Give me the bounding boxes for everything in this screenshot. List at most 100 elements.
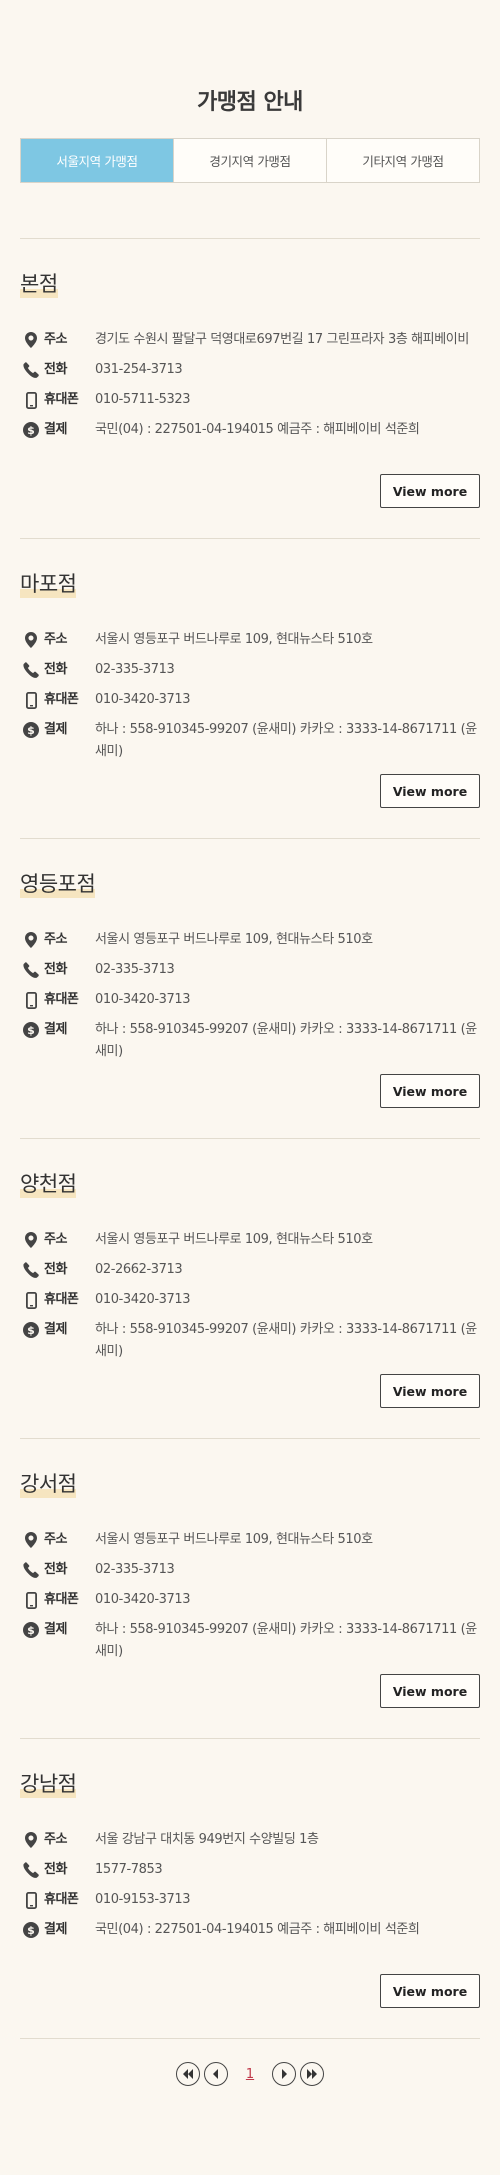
payment-row: $ 결제 하나 : 558-910345-99207 (윤새미) 카카오 : 3… [20, 1019, 480, 1063]
phone-value[interactable]: 02-335-3713 [95, 959, 480, 981]
svg-text:$: $ [27, 1624, 35, 1637]
address-row: 주소 서울시 영등포구 버드나루로 109, 현대뉴스타 510호 [20, 1529, 480, 1551]
store-name-text: 양천점 [20, 1172, 77, 1196]
address-label: 주소 [44, 632, 67, 647]
dollar-icon: $ [20, 1319, 42, 1341]
phone-value[interactable]: 02-2662-3713 [95, 1259, 480, 1281]
payment-value: 하나 : 558-910345-99207 (윤새미) 카카오 : 3333-1… [95, 1322, 477, 1359]
address-row: 주소 서울 강남구 대치동 949번지 수양빌딩 1층 [20, 1829, 480, 1851]
phone-label: 전화 [44, 362, 67, 377]
address-row: 주소 서울시 영등포구 버드나루로 109, 현대뉴스타 510호 [20, 1229, 480, 1251]
mobile-value[interactable]: 010-3420-3713 [95, 1289, 480, 1311]
address-value: 서울시 영등포구 버드나루로 109, 현대뉴스타 510호 [95, 1532, 373, 1547]
mobile-value[interactable]: 010-3420-3713 [95, 989, 480, 1011]
store-list: 본점 주소 경기도 수원시 팔달구 덕영대로697번길 17 그린프라자 3층 … [20, 239, 480, 2039]
store-name: 강남점 [20, 1769, 77, 1799]
mobile-row: 휴대폰 010-5711-5323 [20, 389, 480, 411]
view-more-button[interactable]: View more [380, 474, 480, 508]
store-name: 양천점 [20, 1169, 77, 1199]
store-info: 주소 서울시 영등포구 버드나루로 109, 현대뉴스타 510호 전화 02-… [20, 1529, 480, 1671]
payment-row: $ 결제 하나 : 558-910345-99207 (윤새미) 카카오 : 3… [20, 719, 480, 763]
store-name-text: 마포점 [20, 572, 77, 596]
view-more-button[interactable]: View more [380, 774, 480, 808]
phone-label: 전화 [44, 1262, 67, 1277]
mobile-label: 휴대폰 [44, 1892, 79, 1907]
address-label: 주소 [44, 1832, 67, 1847]
dollar-icon: $ [20, 1019, 42, 1041]
phone-row: 전화 02-335-3713 [20, 1559, 480, 1581]
payment-label: 결제 [44, 1622, 67, 1637]
mobile-label: 휴대폰 [44, 392, 79, 407]
payment-label: 결제 [44, 1922, 67, 1937]
tab-gyeonggi[interactable]: 경기지역 가맹점 [173, 139, 326, 182]
phone-label: 전화 [44, 962, 67, 977]
mobile-value[interactable]: 010-3420-3713 [95, 689, 480, 711]
payment-value: 국민(04) : 227501-04-194015 예금주 : 해피베이비 석준… [95, 422, 420, 437]
address-value: 서울 강남구 대치동 949번지 수양빌딩 1층 [95, 1832, 319, 1847]
view-more-button[interactable]: View more [380, 1674, 480, 1708]
address-label: 주소 [44, 332, 67, 347]
next-page-icon[interactable] [272, 2062, 297, 2086]
address-value: 서울시 영등포구 버드나루로 109, 현대뉴스타 510호 [95, 632, 373, 647]
mobile-phone-icon [20, 1289, 42, 1311]
tab-seoul[interactable]: 서울지역 가맹점 [21, 139, 173, 182]
region-tabs: 서울지역 가맹점 경기지역 가맹점 기타지역 가맹점 [20, 138, 480, 183]
mobile-label: 휴대폰 [44, 1592, 79, 1607]
address-value: 서울시 영등포구 버드나루로 109, 현대뉴스타 510호 [95, 1232, 373, 1247]
phone-icon [20, 359, 42, 381]
mobile-phone-icon [20, 1589, 42, 1611]
map-pin-icon [20, 929, 42, 951]
phone-row: 전화 02-335-3713 [20, 659, 480, 681]
phone-value[interactable]: 02-335-3713 [95, 1559, 480, 1581]
address-row: 주소 서울시 영등포구 버드나루로 109, 현대뉴스타 510호 [20, 929, 480, 951]
store-card: 마포점 주소 서울시 영등포구 버드나루로 109, 현대뉴스타 510호 전화… [20, 539, 480, 839]
address-row: 주소 경기도 수원시 팔달구 덕영대로697번길 17 그린프라자 3층 해피베… [20, 329, 480, 351]
phone-icon [20, 1559, 42, 1581]
store-name: 본점 [20, 269, 58, 299]
mobile-label: 휴대폰 [44, 992, 79, 1007]
payment-value: 하나 : 558-910345-99207 (윤새미) 카카오 : 3333-1… [95, 1022, 477, 1059]
store-info: 주소 서울시 영등포구 버드나루로 109, 현대뉴스타 510호 전화 02-… [20, 629, 480, 771]
payment-row: $ 결제 국민(04) : 227501-04-194015 예금주 : 해피베… [20, 419, 480, 441]
svg-text:$: $ [27, 424, 35, 437]
mobile-row: 휴대폰 010-3420-3713 [20, 989, 480, 1011]
view-more-button[interactable]: View more [380, 1074, 480, 1108]
last-page-icon[interactable] [300, 2062, 325, 2086]
payment-label: 결제 [44, 1022, 67, 1037]
view-more-button[interactable]: View more [380, 1974, 480, 2008]
store-name: 마포점 [20, 569, 77, 599]
mobile-value[interactable]: 010-5711-5323 [95, 389, 480, 411]
phone-row: 전화 031-254-3713 [20, 359, 480, 381]
map-pin-icon [20, 1229, 42, 1251]
store-card: 영등포점 주소 서울시 영등포구 버드나루로 109, 현대뉴스타 510호 전… [20, 839, 480, 1139]
phone-value[interactable]: 1577-7853 [95, 1859, 480, 1881]
address-value: 서울시 영등포구 버드나루로 109, 현대뉴스타 510호 [95, 932, 373, 947]
mobile-value[interactable]: 010-9153-3713 [95, 1889, 480, 1911]
mobile-phone-icon [20, 389, 42, 411]
payment-label: 결제 [44, 422, 67, 437]
address-row: 주소 서울시 영등포구 버드나루로 109, 현대뉴스타 510호 [20, 629, 480, 651]
tab-other[interactable]: 기타지역 가맹점 [326, 139, 479, 182]
phone-label: 전화 [44, 662, 67, 677]
page: 가맹점 안내 서울지역 가맹점 경기지역 가맹점 기타지역 가맹점 본점 주소 … [0, 0, 500, 2109]
phone-value[interactable]: 02-335-3713 [95, 659, 480, 681]
store-info: 주소 경기도 수원시 팔달구 덕영대로697번길 17 그린프라자 3층 해피베… [20, 329, 480, 449]
mobile-phone-icon [20, 989, 42, 1011]
dollar-icon: $ [20, 1919, 42, 1941]
mobile-phone-icon [20, 1889, 42, 1911]
view-more-button[interactable]: View more [380, 1374, 480, 1408]
mobile-label: 휴대폰 [44, 1292, 79, 1307]
phone-value[interactable]: 031-254-3713 [95, 359, 480, 381]
store-name-text: 강남점 [20, 1772, 77, 1796]
phone-label: 전화 [44, 1862, 67, 1877]
page-number-current[interactable]: 1 [246, 2067, 254, 2082]
payment-label: 결제 [44, 1322, 67, 1337]
mobile-phone-icon [20, 689, 42, 711]
payment-row: $ 결제 하나 : 558-910345-99207 (윤새미) 카카오 : 3… [20, 1319, 480, 1363]
phone-row: 전화 02-2662-3713 [20, 1259, 480, 1281]
mobile-value[interactable]: 010-3420-3713 [95, 1589, 480, 1611]
mobile-row: 휴대폰 010-3420-3713 [20, 689, 480, 711]
first-page-icon[interactable] [175, 2062, 200, 2086]
mobile-row: 휴대폰 010-3420-3713 [20, 1589, 480, 1611]
prev-page-icon[interactable] [203, 2062, 228, 2086]
